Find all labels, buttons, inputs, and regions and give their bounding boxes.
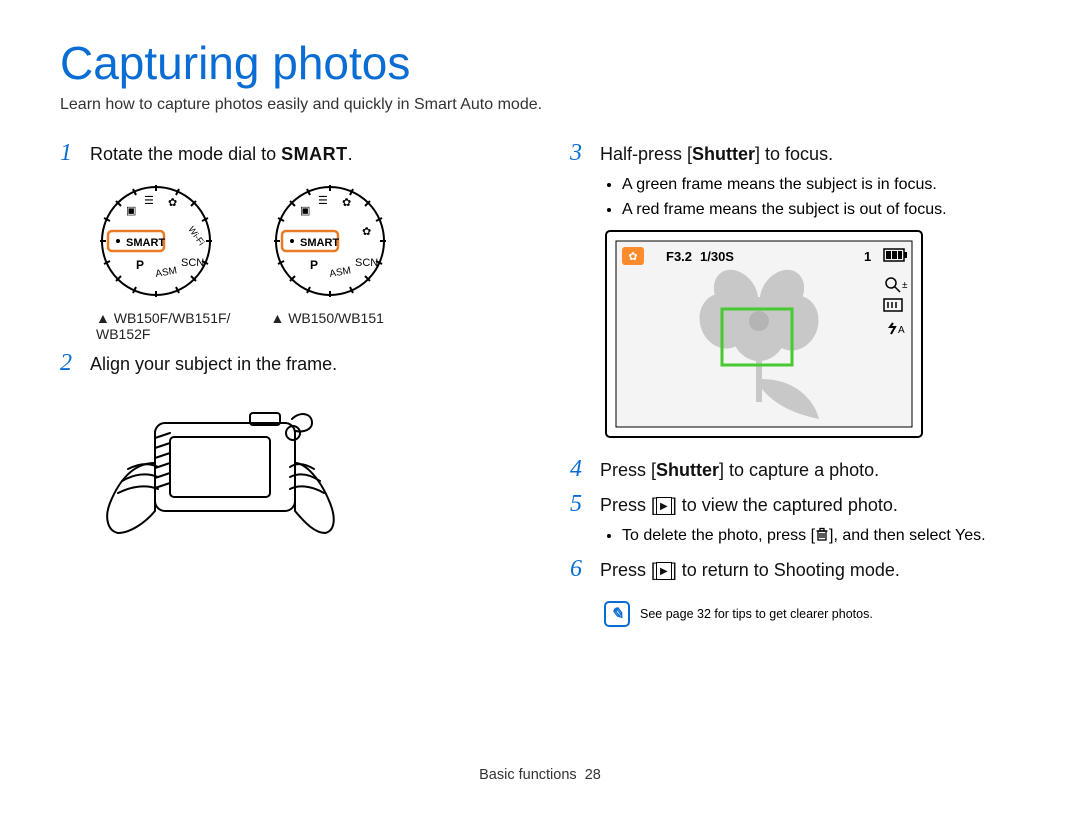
svg-text:✿: ✿ — [342, 197, 351, 209]
step-4-text: Press [Shutter] to capture a photo. — [600, 460, 879, 481]
b5yes: Yes — [955, 527, 981, 544]
page-title: Capturing photos — [60, 40, 1020, 86]
svg-text:P: P — [136, 258, 144, 272]
footer-label: Basic functions — [479, 767, 577, 783]
svg-text:SCN: SCN — [355, 257, 378, 269]
s6c: ] to return to Shooting mode. — [672, 560, 900, 580]
b5b: ], and then select — [829, 527, 955, 544]
step-1-before: Rotate the mode dial to — [90, 144, 281, 164]
bullet-green: A green frame means the subject is in fo… — [622, 173, 1020, 198]
s3b: Shutter — [692, 144, 755, 164]
svg-text:▣: ▣ — [126, 205, 136, 217]
svg-text:A: A — [898, 325, 905, 336]
tip-icon: ✎ — [604, 601, 630, 627]
step-number-3: 3 — [570, 140, 590, 167]
step-2: 2 Align your subject in the frame. — [60, 350, 510, 377]
svg-text:ASM: ASM — [329, 265, 352, 280]
svg-text:▣: ▣ — [300, 205, 310, 217]
step-number-5: 5 — [570, 491, 590, 518]
s4c: ] to capture a photo. — [719, 460, 879, 480]
svg-text:SCN: SCN — [181, 257, 204, 269]
step-3-bullets: A green frame means the subject is in fo… — [604, 173, 1020, 223]
delete-bullet: To delete the photo, press [ ], and then … — [622, 524, 1020, 549]
b5c: . — [981, 527, 985, 544]
s5a: Press [ — [600, 495, 656, 515]
lcd-preview: ✿ F3.2 1/30S 1 ± — [604, 229, 1020, 444]
tip-text: See page 32 for tips to get clearer phot… — [640, 607, 873, 621]
bullet-red: A red frame means the subject is out of … — [622, 198, 1020, 223]
step-number-2: 2 — [60, 350, 80, 377]
step-number-1: 1 — [60, 140, 80, 167]
svg-text:☰: ☰ — [144, 195, 154, 207]
svg-text:±: ± — [902, 280, 908, 291]
s4a: Press [ — [600, 460, 656, 480]
dial-right: SMART ASM P SCN ✿ ☰ ▣ ✿ ▲ WB150/WB151 — [270, 181, 390, 342]
s4b: Shutter — [656, 460, 719, 480]
s3c: ] to focus. — [755, 144, 833, 164]
step-4: 4 Press [Shutter] to capture a photo. — [570, 456, 1020, 483]
step-1-after: . — [348, 144, 353, 164]
s6a: Press [ — [600, 560, 656, 580]
mode-dials: SMART ASM P SCN Wi-Fi ✿ ☰ ▣ ▲ WB150F/WB1… — [96, 181, 510, 342]
footer-page: 28 — [585, 767, 601, 783]
mode-dial-icon: SMART ASM P SCN ✿ ☰ ▣ ✿ — [270, 181, 390, 301]
svg-text:SMART: SMART — [300, 237, 339, 249]
playback-icon — [656, 562, 672, 580]
lcd-shutter: 1/30S — [700, 249, 734, 264]
dial-caption-left: ▲ WB150F/WB151F/ WB152F — [96, 310, 230, 342]
svg-text:Wi-Fi: Wi-Fi — [186, 224, 206, 247]
dial-left: SMART ASM P SCN Wi-Fi ✿ ☰ ▣ ▲ WB150F/WB1… — [96, 181, 230, 342]
step-6: 6 Press [ ] to return to Shooting mode. — [570, 556, 1020, 583]
smart-label: SMART — [281, 144, 348, 164]
step-2-text: Align your subject in the frame. — [90, 354, 337, 375]
svg-text:ASM: ASM — [155, 265, 178, 280]
step-5-text: Press [ ] to view the captured photo. — [600, 495, 898, 517]
dial-caption-right: ▲ WB150/WB151 — [270, 310, 390, 326]
tip: ✎ See page 32 for tips to get clearer ph… — [604, 601, 1020, 627]
step-number-4: 4 — [570, 456, 590, 483]
mode-dial-icon: SMART ASM P SCN Wi-Fi ✿ ☰ ▣ — [96, 181, 216, 301]
step-3: 3 Half-press [Shutter] to focus. — [570, 140, 1020, 167]
step-5-bullets: To delete the photo, press [ ], and then … — [604, 524, 1020, 549]
page-footer: Basic functions 28 — [0, 767, 1080, 783]
step-number-6: 6 — [570, 556, 590, 583]
svg-text:SMART: SMART — [126, 237, 165, 249]
page-subtitle: Learn how to capture photos easily and q… — [60, 96, 1020, 114]
playback-icon — [656, 497, 672, 515]
trash-icon — [815, 525, 829, 539]
svg-text:✿: ✿ — [628, 251, 637, 263]
svg-text:☰: ☰ — [318, 195, 328, 207]
s3a: Half-press [ — [600, 144, 692, 164]
step-3-text: Half-press [Shutter] to focus. — [600, 144, 833, 165]
step-1-text: Rotate the mode dial to SMART. — [90, 144, 353, 165]
svg-text:✿: ✿ — [362, 226, 371, 238]
right-column: 3 Half-press [Shutter] to focus. A green… — [570, 132, 1020, 627]
lcd-fnum: F3.2 — [666, 249, 692, 264]
step-6-text: Press [ ] to return to Shooting mode. — [600, 560, 900, 582]
svg-text:✿: ✿ — [168, 197, 177, 209]
camera-illustration — [100, 393, 510, 558]
step-1: 1 Rotate the mode dial to SMART. — [60, 140, 510, 167]
s5c: ] to view the captured photo. — [672, 495, 898, 515]
lcd-count: 1 — [864, 249, 871, 264]
left-column: 1 Rotate the mode dial to SMART. — [60, 132, 510, 627]
b5a: To delete the photo, press [ — [622, 527, 815, 544]
step-5: 5 Press [ ] to view the captured photo. — [570, 491, 1020, 518]
svg-text:P: P — [310, 258, 318, 272]
